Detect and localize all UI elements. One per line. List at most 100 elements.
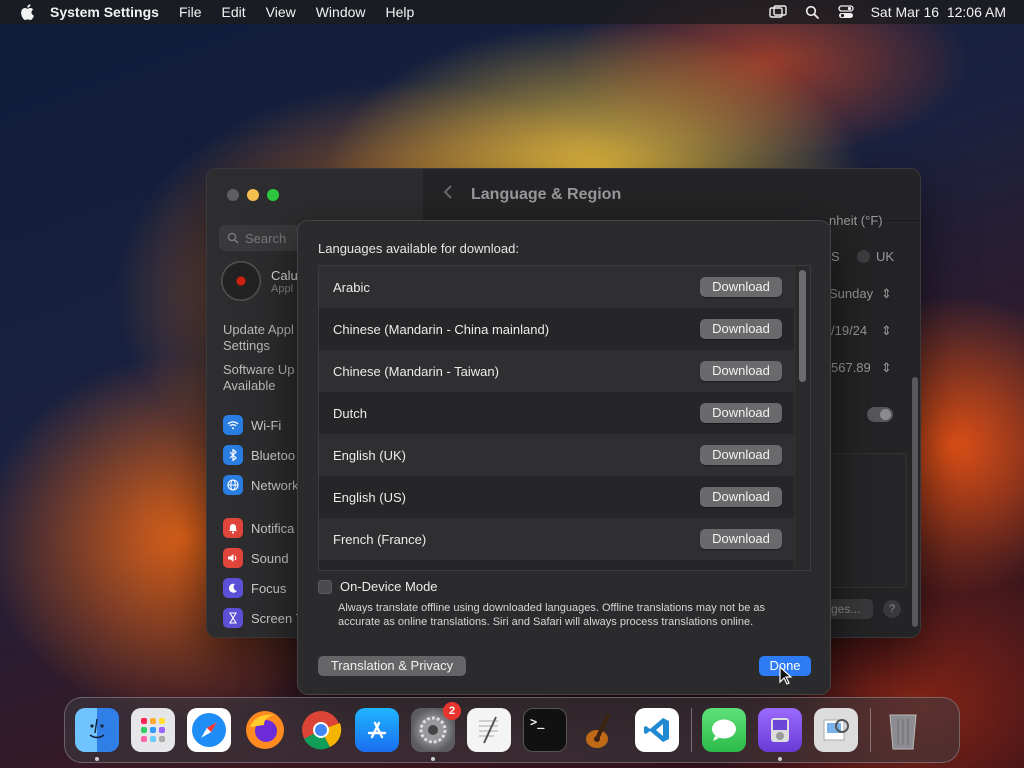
zoom-button[interactable] bbox=[267, 189, 279, 201]
list-scrollbar[interactable] bbox=[794, 266, 810, 570]
preview-icon[interactable] bbox=[814, 708, 858, 752]
list-item: English (UK) Download bbox=[319, 434, 796, 476]
download-button[interactable]: Download bbox=[700, 403, 782, 423]
textedit-icon[interactable] bbox=[467, 708, 511, 752]
list-item: Chinese (Mandarin - China mainland) Down… bbox=[319, 308, 796, 350]
screen-mirroring-icon[interactable] bbox=[768, 4, 787, 20]
download-button[interactable]: Download bbox=[700, 529, 782, 549]
sidebar-item-screen-time[interactable]: Screen T bbox=[223, 608, 304, 628]
sidebar-item-label: Sound bbox=[251, 550, 289, 566]
sidebar-item-label: Focus bbox=[251, 580, 287, 596]
minimize-button[interactable] bbox=[247, 189, 259, 201]
speaker-icon bbox=[223, 548, 243, 568]
apple-account-row[interactable]: Calu Appl bbox=[221, 261, 298, 301]
launchpad-icon[interactable] bbox=[131, 708, 175, 752]
system-settings-icon[interactable]: 2 bbox=[411, 702, 461, 761]
help-button[interactable]: ? bbox=[883, 600, 901, 618]
measurement-option-us[interactable]: S bbox=[831, 249, 840, 264]
spotlight-search-icon[interactable] bbox=[803, 4, 821, 20]
window-title: Language & Region bbox=[471, 185, 622, 203]
software-update-line-2: Available bbox=[223, 378, 276, 393]
download-button[interactable]: Download bbox=[700, 319, 782, 339]
temperature-value: nheit (°F) bbox=[829, 213, 883, 228]
running-indicator bbox=[431, 757, 435, 761]
download-button[interactable]: Download bbox=[700, 277, 782, 297]
on-device-mode-option[interactable]: On-Device Mode bbox=[318, 579, 438, 594]
app-store-icon[interactable] bbox=[355, 708, 399, 752]
download-button[interactable]: Download bbox=[700, 445, 782, 465]
hourglass-icon bbox=[223, 608, 243, 628]
sheet-heading: Languages available for download: bbox=[318, 241, 519, 256]
mouse-cursor-icon bbox=[779, 666, 793, 685]
translation-privacy-button[interactable]: Translation & Privacy bbox=[318, 656, 466, 676]
menu-edit[interactable]: Edit bbox=[222, 4, 246, 20]
menu-window[interactable]: Window bbox=[316, 4, 366, 20]
window-controls bbox=[227, 189, 279, 201]
moon-icon bbox=[223, 578, 243, 598]
menu-clock[interactable]: Sat Mar 16 12:06 AM bbox=[871, 4, 1006, 20]
on-device-mode-description: Always translate offline using downloade… bbox=[338, 602, 766, 628]
languages-download-sheet: Languages available for download: Arabic… bbox=[297, 220, 831, 695]
menu-help[interactable]: Help bbox=[386, 4, 415, 20]
radio-icon bbox=[857, 250, 870, 263]
sidebar-item-network[interactable]: Network bbox=[223, 475, 299, 495]
wifi-icon bbox=[223, 415, 243, 435]
stepper-icon: ⇕ bbox=[881, 286, 892, 301]
window-scrollbar[interactable] bbox=[912, 377, 918, 627]
download-button[interactable]: Download bbox=[700, 361, 782, 381]
date-format-select[interactable]: /19/24 bbox=[831, 323, 867, 338]
avatar bbox=[221, 261, 261, 301]
software-update-notice[interactable]: Software Up Available bbox=[223, 362, 295, 394]
language-name: Chinese (Mandarin - China mainland) bbox=[333, 321, 550, 337]
live-text-toggle[interactable] bbox=[867, 407, 893, 422]
running-indicator bbox=[95, 757, 99, 761]
radio-label: UK bbox=[876, 249, 895, 264]
update-settings-line-2: Settings bbox=[223, 338, 270, 353]
vscode-icon[interactable] bbox=[635, 708, 679, 752]
list-item: Arabic Download bbox=[319, 266, 796, 308]
first-day-select[interactable]: Sunday bbox=[829, 286, 873, 301]
control-center-icon[interactable] bbox=[837, 4, 855, 20]
languages-list: Arabic Download Chinese (Mandarin - Chin… bbox=[318, 265, 811, 571]
dock-separator bbox=[691, 708, 692, 752]
list-item: French (France) Download bbox=[319, 518, 796, 560]
menu-view[interactable]: View bbox=[266, 4, 296, 20]
sidebar-item-bluetooth[interactable]: Bluetoo bbox=[223, 445, 295, 465]
firefox-icon[interactable] bbox=[243, 708, 287, 752]
notification-badge: 2 bbox=[443, 702, 461, 720]
menu-app-name[interactable]: System Settings bbox=[50, 4, 159, 20]
menu-file[interactable]: File bbox=[179, 4, 202, 20]
measurement-option-uk[interactable]: UK bbox=[857, 249, 894, 264]
ipod-app-icon[interactable] bbox=[758, 708, 802, 761]
garageband-icon[interactable] bbox=[579, 708, 623, 752]
safari-icon[interactable] bbox=[187, 708, 231, 752]
chrome-icon[interactable] bbox=[299, 708, 343, 752]
language-name: English (UK) bbox=[333, 447, 406, 463]
terminal-icon[interactable]: >_ bbox=[523, 708, 567, 752]
apple-icon[interactable] bbox=[18, 3, 36, 21]
software-update-line-1: Software Up bbox=[223, 362, 295, 377]
list-item: Dutch Download bbox=[319, 392, 796, 434]
sidebar-item-label: Screen T bbox=[251, 610, 304, 626]
sidebar-item-wifi[interactable]: Wi-Fi bbox=[223, 415, 281, 435]
download-button[interactable]: Download bbox=[700, 487, 782, 507]
sidebar-item-focus[interactable]: Focus bbox=[223, 578, 286, 598]
update-settings-notice[interactable]: Update Appl Settings bbox=[223, 322, 294, 354]
languages-button[interactable]: ges... bbox=[825, 599, 873, 619]
on-device-mode-checkbox[interactable] bbox=[318, 579, 332, 594]
number-format-select[interactable]: 567.89 bbox=[831, 360, 871, 375]
scrollbar-thumb[interactable] bbox=[799, 270, 806, 382]
close-button[interactable] bbox=[227, 189, 239, 201]
search-placeholder: Search bbox=[245, 230, 287, 246]
language-name: English (US) bbox=[333, 489, 406, 505]
sidebar-item-sound[interactable]: Sound bbox=[223, 548, 289, 568]
finder-icon[interactable] bbox=[75, 708, 119, 761]
globe-icon bbox=[223, 475, 243, 495]
menu-bar: System Settings File Edit View Window He… bbox=[0, 0, 1024, 24]
language-name: Dutch bbox=[333, 405, 367, 421]
trash-icon[interactable] bbox=[881, 708, 925, 752]
sidebar-item-label: Bluetoo bbox=[251, 447, 296, 463]
messages-icon[interactable] bbox=[702, 708, 746, 752]
sidebar-item-notifications[interactable]: Notifica bbox=[223, 518, 294, 538]
back-chevron-icon[interactable] bbox=[443, 184, 453, 205]
